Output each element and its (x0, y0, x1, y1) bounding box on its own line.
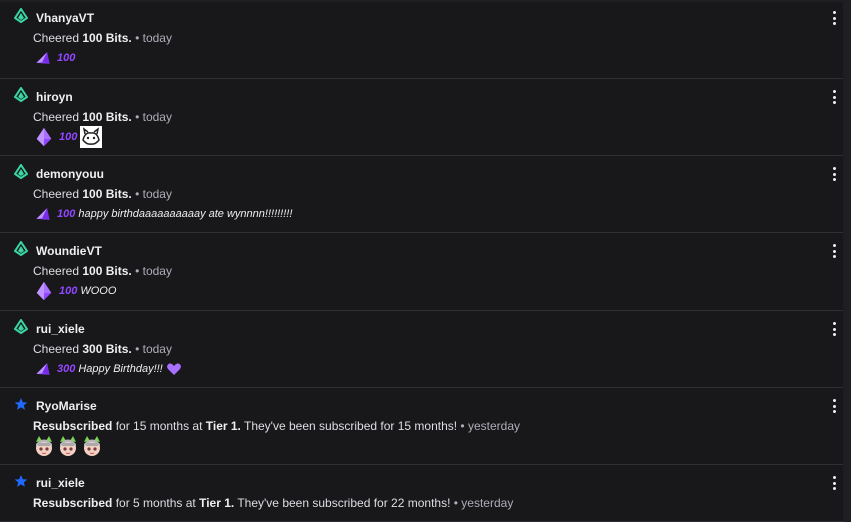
event-username[interactable]: RyoMarise (36, 399, 97, 413)
more-options-icon[interactable] (831, 11, 837, 25)
cheer-message-text: Happy Birthday!!! (78, 363, 163, 375)
cheer-message-text: WOOO (80, 285, 117, 297)
activity-event: RyoMarise Resubscribed for 15 months at … (0, 388, 843, 465)
cheer-message-text: happy birthdaaaaaaaaaay ate wynnnn!!!!!!… (78, 208, 293, 220)
bits-amount: 100 (57, 208, 76, 220)
bits-amount: 100 (59, 285, 78, 297)
cheer-gem-icon (14, 87, 28, 103)
event-username[interactable]: hiroyn (36, 90, 73, 104)
cat-emote-icon (80, 126, 103, 148)
event-username[interactable]: WoundieVT (36, 244, 102, 258)
sub-emote-icon (60, 436, 76, 456)
activity-event: VhanyaVT Cheered 100 Bits. • today 100 (0, 0, 843, 79)
more-options-icon[interactable] (831, 399, 837, 413)
sub-emote-icon (84, 436, 100, 456)
event-description: Resubscribed for 15 months at Tier 1. Th… (33, 419, 520, 433)
cheer-gem-icon (14, 241, 28, 257)
cheer-gem-icon (14, 8, 28, 24)
bits-cheer-icon (36, 363, 50, 375)
star-icon (14, 475, 28, 487)
bits-amount: 100 (57, 52, 76, 64)
event-message: 100 (34, 126, 103, 148)
scrollbar-track[interactable] (843, 0, 851, 522)
sub-emotes (33, 435, 103, 457)
event-username[interactable]: VhanyaVT (36, 11, 94, 25)
more-options-icon[interactable] (831, 244, 837, 258)
cheer-gem-icon (14, 319, 28, 335)
bits-amount: 100 (59, 131, 78, 143)
more-options-icon[interactable] (831, 167, 837, 181)
event-description: Cheered 300 Bits. • today (33, 342, 172, 356)
event-description: Cheered 100 Bits. • today (33, 264, 172, 278)
event-description: Resubscribed for 5 months at Tier 1. The… (33, 496, 514, 510)
cheer-gem-icon (14, 164, 28, 180)
bits-cheer-icon (36, 52, 50, 64)
event-message: 100 WOOO (34, 280, 116, 302)
event-description: Cheered 100 Bits. • today (33, 187, 172, 201)
event-message: 100 (34, 47, 75, 69)
bits-cheer-icon (36, 127, 52, 147)
activity-event: rui_xiele Cheered 300 Bits. • today 300 … (0, 311, 843, 388)
event-description: Cheered 100 Bits. • today (33, 110, 172, 124)
event-description: Cheered 100 Bits. • today (33, 31, 172, 45)
bits-cheer-icon (36, 281, 52, 301)
activity-event: hiroyn Cheered 100 Bits. • today 100 (0, 79, 843, 156)
event-message: 100 happy birthdaaaaaaaaaay ate wynnnn!!… (34, 203, 292, 225)
more-options-icon[interactable] (831, 90, 837, 104)
event-message: 300 Happy Birthday!!! (34, 358, 182, 380)
star-icon (14, 398, 28, 410)
purple-heart-icon (166, 363, 181, 375)
activity-event: rui_xiele Resubscribed for 5 months at T… (0, 465, 843, 522)
event-username[interactable]: rui_xiele (36, 322, 85, 336)
more-options-icon[interactable] (831, 476, 837, 490)
bits-cheer-icon (36, 208, 50, 220)
activity-event: demonyouu Cheered 100 Bits. • today 100 … (0, 156, 843, 233)
event-username[interactable]: demonyouu (36, 167, 104, 181)
event-username[interactable]: rui_xiele (36, 476, 85, 490)
activity-event: WoundieVT Cheered 100 Bits. • today 100 … (0, 233, 843, 311)
sub-emote-icon (36, 436, 52, 456)
bits-amount: 300 (57, 363, 76, 375)
more-options-icon[interactable] (831, 322, 837, 336)
